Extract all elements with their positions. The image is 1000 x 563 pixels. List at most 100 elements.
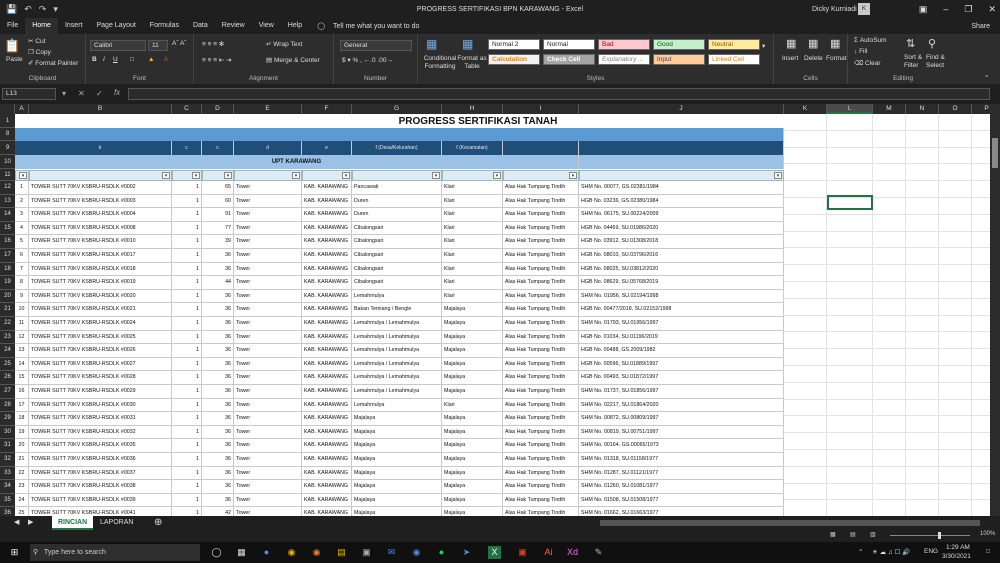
cell-type[interactable]: Tower	[234, 262, 302, 277]
format-painter-button[interactable]: ✐ Format Painter	[28, 59, 78, 67]
cell-kab[interactable]: KAB. KARAWANG	[302, 317, 352, 331]
cell-kec[interactable]: Klari	[442, 289, 503, 304]
name-box[interactable]: L13	[2, 88, 56, 100]
empty-cell[interactable]	[827, 315, 873, 333]
cell-qty[interactable]: 1	[172, 480, 202, 494]
empty-cell[interactable]	[939, 332, 972, 350]
cell-name[interactable]: TOWER SUTT 70KV KSBRU-RSDLK #0035	[29, 439, 172, 453]
empty-cell[interactable]	[827, 450, 873, 467]
cell-cert[interactable]: SHM No. 01793, SU.01956/1997	[579, 317, 784, 331]
empty-cell[interactable]	[784, 366, 827, 383]
cell-type[interactable]: Tower	[234, 412, 302, 426]
row-header[interactable]: 30	[0, 426, 15, 440]
cell-qty[interactable]: 1	[172, 208, 202, 222]
cell-cert[interactable]: HGB No. 00596, SU.01889/1997	[579, 357, 784, 372]
cell-type[interactable]: Tower	[234, 493, 302, 508]
cell-cert[interactable]: SHM No. 00872, SU.00809/1997	[579, 412, 784, 426]
empty-cell[interactable]	[873, 366, 906, 383]
empty-cell[interactable]	[784, 147, 827, 165]
cell-no[interactable]: 19	[15, 425, 29, 440]
cell-area[interactable]: 36	[202, 289, 234, 304]
cell-desa[interactable]: Pancawati	[352, 181, 442, 195]
style-bad[interactable]: Bad	[598, 39, 650, 50]
cell-area[interactable]: 36	[202, 303, 234, 317]
language[interactable]: ENG	[924, 548, 938, 555]
cell-kab[interactable]: KAB. KARAWANG	[302, 357, 352, 372]
cell-name[interactable]: TOWER SUTT 70KV KSBRU-RSDLK #0028	[29, 371, 172, 385]
cell-type[interactable]: Tower	[234, 466, 302, 481]
empty-cell[interactable]	[784, 231, 827, 249]
empty-cell[interactable]	[873, 198, 906, 215]
empty-cell[interactable]	[972, 416, 990, 434]
tab-laporan[interactable]: LAPORAN	[94, 516, 139, 530]
empty-cell[interactable]	[972, 500, 990, 516]
empty-cell[interactable]	[906, 416, 939, 434]
windows-start-icon[interactable]: ⊞	[8, 546, 21, 559]
empty-cell[interactable]	[784, 130, 827, 148]
row-header[interactable]: 17	[0, 249, 15, 263]
cell-kec[interactable]: Majalaya	[442, 371, 503, 385]
cell-qty[interactable]: 1	[172, 249, 202, 263]
cell-qty[interactable]: 1	[172, 262, 202, 277]
cell-desa[interactable]: Lemahmulya / Lemahmulya	[352, 385, 442, 399]
cell-kab[interactable]: KAB. KARAWANG	[302, 262, 352, 277]
cell-area[interactable]: 36	[202, 371, 234, 385]
cell-kab[interactable]: KAB. KARAWANG	[302, 221, 352, 236]
restore-icon[interactable]: ❐	[964, 4, 972, 15]
cell-area[interactable]: 36	[202, 344, 234, 358]
empty-cell[interactable]	[873, 500, 906, 516]
cell-area[interactable]: 42	[202, 507, 234, 516]
cell-kec[interactable]: Klari	[442, 181, 503, 195]
cell-kab[interactable]: KAB. KARAWANG	[302, 303, 352, 317]
cell-kec[interactable]: Majalaya	[442, 453, 503, 467]
cell-kab[interactable]: KAB. KARAWANG	[302, 249, 352, 263]
empty-cell[interactable]	[939, 198, 972, 215]
cell-name[interactable]: TOWER SUTT 70KV KSBRU-RSDLK #0019	[29, 276, 172, 290]
cell-kab[interactable]: KAB. KARAWANG	[302, 330, 352, 345]
empty-cell[interactable]	[873, 416, 906, 434]
empty-cell[interactable]	[784, 181, 827, 198]
empty-cell[interactable]	[972, 400, 990, 417]
cell-desa[interactable]: Cibalongsari	[352, 221, 442, 236]
cell-qty[interactable]: 1	[172, 303, 202, 317]
insert-cells-icon[interactable]: ▦	[786, 37, 796, 50]
cell-area[interactable]: 36	[202, 262, 234, 277]
find-icon[interactable]: ⚲	[928, 37, 936, 50]
row-header[interactable]: 18	[0, 263, 15, 277]
row-header[interactable]: 19	[0, 276, 15, 290]
empty-cell[interactable]	[906, 366, 939, 383]
file-explorer-icon[interactable]: ▤	[335, 546, 348, 559]
font-grow-icon[interactable]: Aˆ Aˇ	[172, 40, 186, 47]
format-cells-icon[interactable]: ▦	[830, 37, 840, 50]
filter-dropdown-icon[interactable]: ▾	[432, 172, 440, 179]
cell-desa[interactable]: Majalaya	[352, 466, 442, 481]
filter-dropdown-icon[interactable]: ▾	[224, 172, 232, 179]
empty-cell[interactable]	[939, 450, 972, 467]
page-break-view-icon[interactable]: ▥	[870, 531, 876, 538]
empty-cell[interactable]	[873, 382, 906, 400]
row-header[interactable]: 16	[0, 235, 15, 249]
minimize-icon[interactable]: –	[943, 4, 948, 15]
borders-icon[interactable]: □	[130, 56, 134, 63]
xd-icon[interactable]: Xd	[566, 546, 579, 559]
cell-name[interactable]: TOWER SUTT 70KV KSBRU-RSDLK #0029	[29, 385, 172, 399]
empty-cell[interactable]	[827, 416, 873, 434]
chrome-icon[interactable]: ◉	[285, 546, 298, 559]
align-top-icon[interactable]: ≡ ≡ ≡ ✻	[202, 40, 224, 48]
empty-cell[interactable]	[873, 466, 906, 484]
align-left-icon[interactable]: ≡ ≡ ≡ ⇤ ⇥	[202, 56, 232, 64]
store-icon[interactable]: ▣	[360, 546, 373, 559]
cell-name[interactable]: TOWER SUTT 70KV KSBRU-RSDLK #0025	[29, 330, 172, 345]
tab-help[interactable]: Help	[281, 18, 309, 34]
empty-cell[interactable]	[784, 298, 827, 316]
tray-overflow-icon[interactable]: ⌃	[858, 548, 863, 556]
style-check-cell[interactable]: Check Cell	[543, 54, 595, 65]
cell-type[interactable]: Tower	[234, 181, 302, 195]
cell-kab[interactable]: KAB. KARAWANG	[302, 453, 352, 467]
cell-kab[interactable]: KAB. KARAWANG	[302, 466, 352, 481]
row-header[interactable]: 10	[0, 155, 15, 169]
empty-cell[interactable]	[906, 198, 939, 215]
task-view-icon[interactable]: ▦	[235, 546, 248, 559]
cell-desa[interactable]: Duren	[352, 208, 442, 222]
delete-cells-icon[interactable]: ▦	[808, 37, 818, 50]
